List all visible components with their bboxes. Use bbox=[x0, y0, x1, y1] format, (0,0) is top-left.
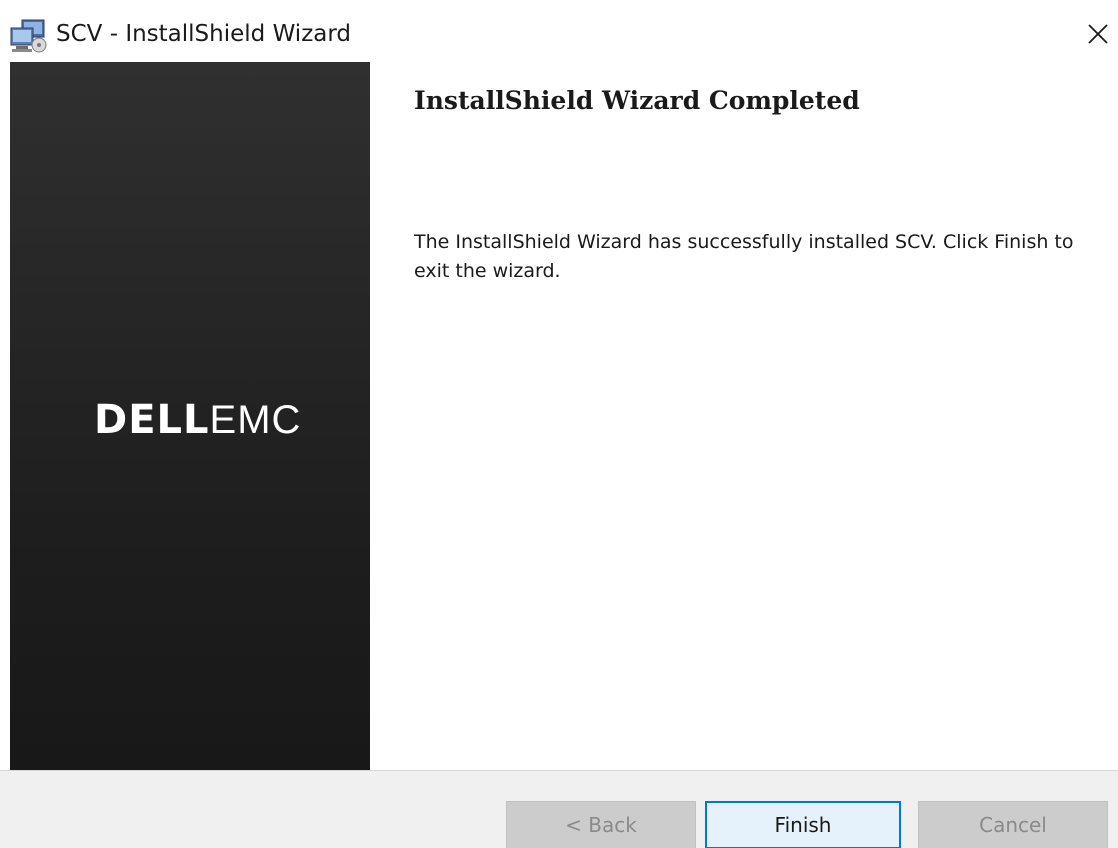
button-bar: < Back Finish Cancel bbox=[0, 770, 1118, 848]
brand-emc-text: EMC bbox=[209, 398, 302, 442]
finish-button[interactable]: Finish bbox=[705, 801, 901, 848]
brand-dell-text: DELL bbox=[94, 397, 210, 443]
page-title: InstallShield Wizard Completed bbox=[414, 86, 860, 115]
completion-message: The InstallShield Wizard has successfull… bbox=[414, 231, 1074, 282]
brand-banner: DELLEMC bbox=[10, 62, 370, 770]
window-title: SCV - InstallShield Wizard bbox=[56, 21, 352, 47]
back-button[interactable]: < Back bbox=[506, 801, 696, 848]
close-icon bbox=[1088, 24, 1108, 44]
close-button[interactable] bbox=[1080, 16, 1116, 52]
title-bar: SCV - InstallShield Wizard bbox=[0, 0, 1118, 62]
cancel-button[interactable]: Cancel bbox=[918, 801, 1108, 848]
installer-computer-icon bbox=[8, 18, 48, 54]
installshield-wizard-window: SCV - InstallShield Wizard DELLEMC Insta… bbox=[0, 0, 1118, 848]
dell-emc-logo: DELLEMC bbox=[94, 395, 301, 445]
